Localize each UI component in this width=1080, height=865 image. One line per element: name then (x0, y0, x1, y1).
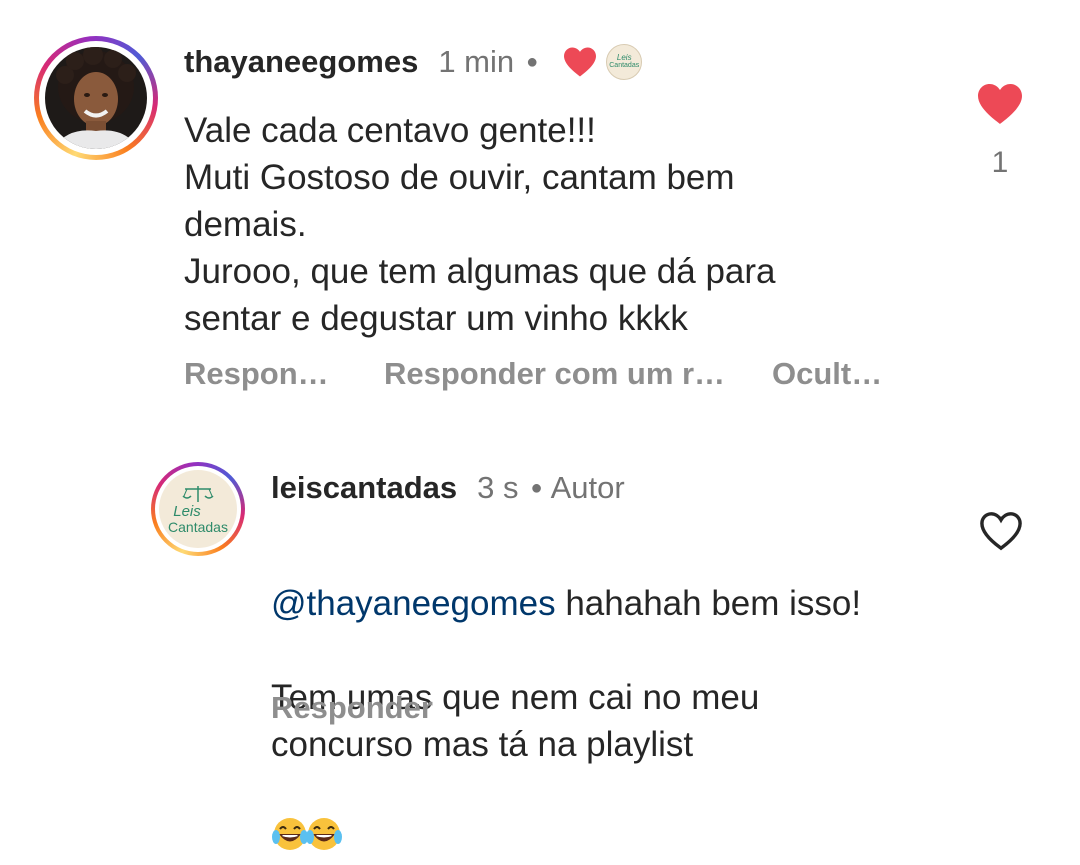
comment-text: Vale cada centavo gente!!! Muti Gostoso … (184, 111, 776, 338)
logo-line1: Leis (173, 502, 201, 520)
mention-link[interactable]: @thayaneegomes (271, 584, 556, 623)
laughing-tears-emoji-icon (271, 768, 309, 865)
avatar-story-ring[interactable] (34, 36, 158, 160)
heart-outline-icon (980, 512, 1022, 551)
heart-filled-icon (978, 84, 1022, 124)
scales-of-justice-icon (182, 485, 214, 502)
reply-button[interactable]: Respon… (184, 356, 329, 392)
comment-username[interactable]: thayaneegomes (184, 44, 418, 80)
author-badge: Autor (550, 470, 625, 505)
comment-timestamp: 1 min (438, 44, 515, 79)
reply-with-reel-button[interactable]: Responder com um r… (384, 356, 725, 392)
comment-like-button[interactable] (976, 82, 1024, 126)
separator-dot: ● (526, 50, 539, 73)
creator-avatar-mini: Leis Cantadas (606, 44, 643, 80)
avatar-photo-image (45, 47, 147, 149)
hide-button[interactable]: Ocult… (772, 356, 882, 392)
creator-logo-avatar: Leis Cantadas (159, 470, 237, 548)
avatar (45, 47, 147, 149)
reply-text-first: hahahah bem isso! (555, 584, 862, 623)
laughing-tears-emoji-icon (305, 768, 343, 865)
separator-dot: ● (530, 476, 543, 499)
comment-like-count: 1 (991, 146, 1009, 179)
reply-reply-button[interactable]: Responder (271, 690, 433, 726)
reply-like-button[interactable] (978, 510, 1024, 552)
reply-username[interactable]: leiscantadas (271, 470, 457, 506)
avatar-story-ring[interactable]: Leis Cantadas (151, 462, 245, 556)
creator-liked-heart-icon (562, 46, 598, 78)
reply-timestamp: 3 s (477, 470, 519, 505)
logo-line2: Cantadas (168, 518, 228, 535)
